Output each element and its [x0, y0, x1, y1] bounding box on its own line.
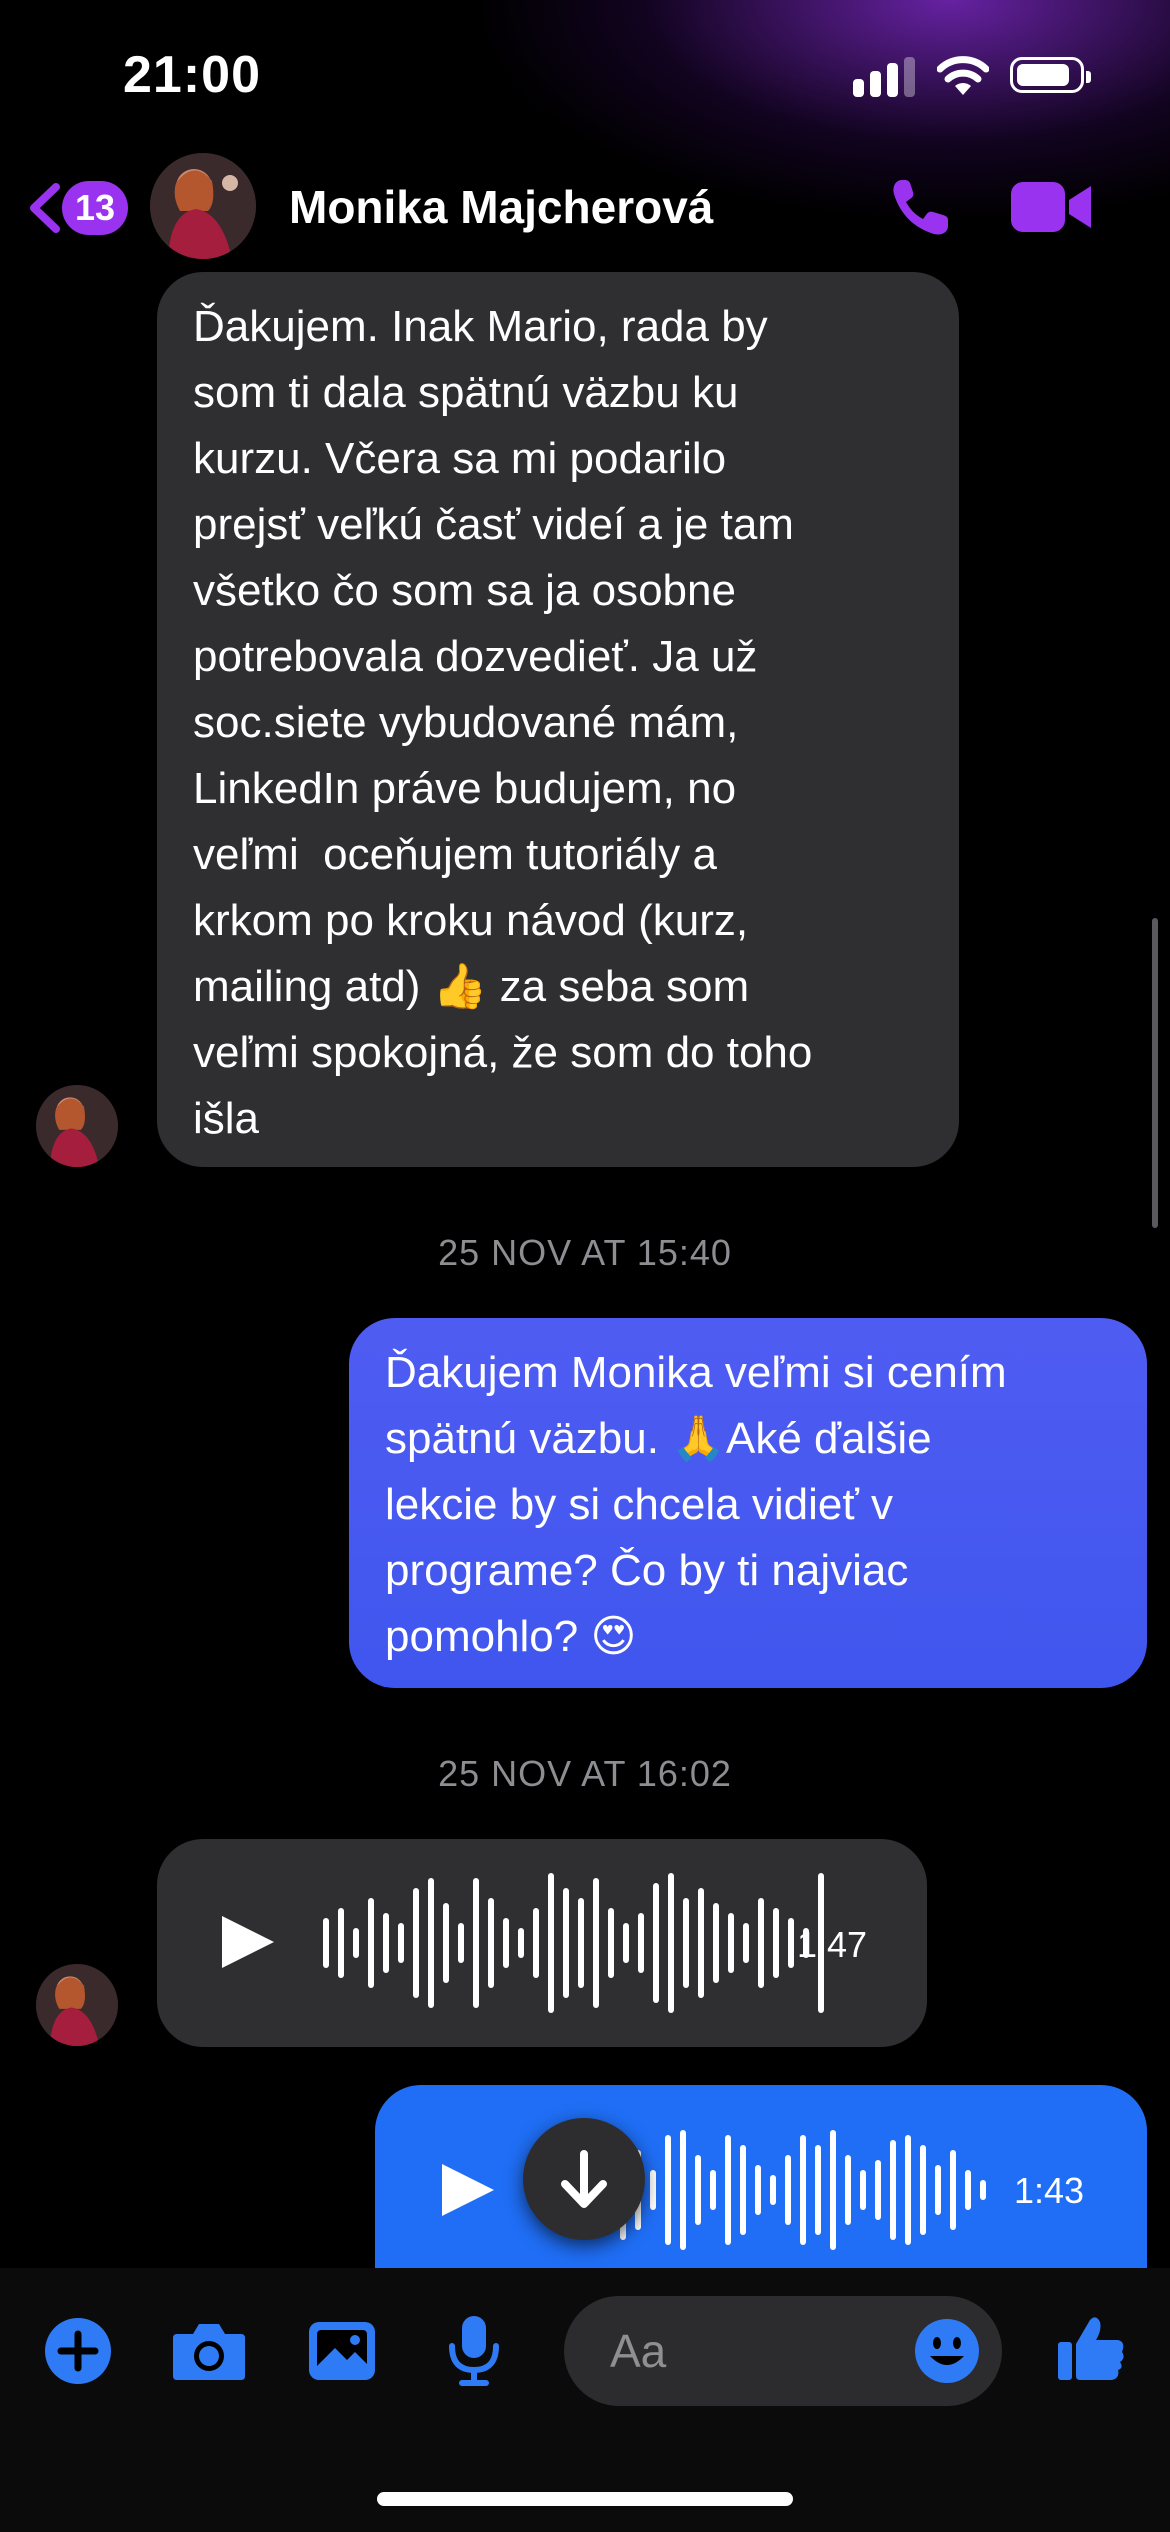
waveform-bar [755, 2165, 761, 2215]
waveform-bar [578, 1898, 584, 1988]
waveform-bar [905, 2135, 911, 2245]
waveform-bar [728, 1913, 734, 1973]
waveform-bar [653, 1883, 659, 2003]
waveform-bar [593, 1878, 599, 2008]
message-text: Ďakujem. Inak Mario, rada by som ti dala… [193, 302, 813, 1143]
contact-name[interactable]: Monika Majcherová [289, 180, 713, 234]
play-icon[interactable] [438, 2160, 498, 2220]
waveform-bar [875, 2160, 881, 2220]
timestamp: 25 NOV AT 15:40 [438, 1232, 732, 1273]
waveform-bar [980, 2180, 986, 2200]
waveform-bar [338, 1908, 344, 1978]
waveform-bar [518, 1928, 524, 1958]
waveform-bar [413, 1888, 419, 1998]
waveform-bar [725, 2135, 731, 2245]
waveform-bar [398, 1923, 404, 1963]
timestamp: 25 NOV AT 16:02 [438, 1753, 732, 1794]
chevron-left-icon [30, 183, 60, 233]
waveform-bar [680, 2130, 686, 2250]
waveform-bar [383, 1913, 389, 1973]
message-input[interactable]: Aa [564, 2296, 1002, 2406]
incoming-message[interactable]: Ďakujem. Inak Mario, rada by som ti dala… [157, 272, 959, 1167]
waveform-bar [743, 1923, 749, 1963]
video-camera-icon[interactable] [1011, 180, 1093, 234]
waveform-bar [533, 1908, 539, 1978]
waveform-bar [665, 2135, 671, 2245]
waveform-bar [650, 2170, 656, 2210]
waveform-bar [698, 1888, 704, 1998]
emoji-icon[interactable] [914, 2318, 980, 2384]
scrollbar[interactable] [1152, 918, 1158, 1228]
wifi-icon [937, 56, 989, 95]
waveform-bar [965, 2170, 971, 2210]
status-time: 21:00 [123, 46, 261, 104]
audio-waveform[interactable] [323, 1873, 824, 2013]
waveform-bar [323, 1918, 329, 1968]
waveform-bar [683, 1898, 689, 1988]
waveform-bar [800, 2135, 806, 2245]
waveform-bar [488, 1898, 494, 1988]
battery-icon [1010, 57, 1091, 93]
avatar-photo [36, 1085, 118, 1167]
waveform-bar [473, 1878, 479, 2008]
waveform-bar [368, 1898, 374, 1988]
waveform-bar [608, 1908, 614, 1978]
waveform-bar [950, 2150, 956, 2230]
avatar-photo [36, 1964, 118, 2046]
waveform-bar [788, 1918, 794, 1968]
waveform-bar [353, 1928, 359, 1958]
voice-duration: 1:47 [797, 1924, 868, 1965]
waveform-bar [845, 2155, 851, 2225]
waveform-bar [770, 2175, 776, 2205]
phone-icon[interactable] [888, 176, 952, 240]
waveform-bar [443, 1903, 449, 1983]
gallery-icon[interactable] [307, 2320, 377, 2382]
unread-count-badge: 13 [62, 181, 128, 235]
thumbs-up-icon[interactable] [1056, 2312, 1126, 2384]
outgoing-message[interactable]: Ďakujem Monika veľmi si cením spätnú väz… [349, 1318, 1147, 1688]
plus-icon[interactable] [43, 2316, 113, 2386]
waveform-bar [710, 2170, 716, 2210]
waveform-bar [785, 2155, 791, 2225]
camera-icon[interactable] [171, 2320, 247, 2382]
waveform-bar [563, 1888, 569, 1998]
waveform-bar [713, 1903, 719, 1983]
play-icon[interactable] [218, 1912, 278, 1972]
message-text: Ďakujem Monika veľmi si cením spätnú väz… [385, 1348, 1007, 1661]
waveform-bar [695, 2155, 701, 2225]
avatar-photo [150, 153, 256, 259]
waveform-bar [503, 1918, 509, 1968]
sender-avatar[interactable] [36, 1085, 118, 1167]
waveform-bar [548, 1873, 554, 2013]
waveform-bar [860, 2170, 866, 2210]
waveform-bar [458, 1923, 464, 1963]
sender-avatar[interactable] [36, 1964, 118, 2046]
waveform-bar [773, 1908, 779, 1978]
waveform-bar [758, 1898, 764, 1988]
waveform-bar [935, 2165, 941, 2215]
waveform-bar [740, 2145, 746, 2235]
waveform-bar [623, 1923, 629, 1963]
home-indicator[interactable] [377, 2492, 793, 2506]
waveform-bar [638, 1913, 644, 1973]
arrow-down-icon [561, 2150, 607, 2208]
back-button[interactable]: 13 [26, 178, 136, 238]
message-input-placeholder: Aa [610, 2325, 667, 2377]
waveform-bar [428, 1878, 434, 2008]
microphone-icon[interactable] [446, 2314, 502, 2386]
waveform-bar [668, 1873, 674, 2013]
voice-duration: 1:43 [1014, 2170, 1085, 2211]
waveform-bar [890, 2140, 896, 2240]
waveform-bar [830, 2130, 836, 2250]
waveform-bar [815, 2145, 821, 2235]
contact-avatar[interactable] [150, 153, 256, 259]
waveform-bar [920, 2145, 926, 2235]
scroll-to-bottom-button[interactable] [523, 2118, 645, 2240]
cellular-signal-icon [853, 57, 915, 97]
